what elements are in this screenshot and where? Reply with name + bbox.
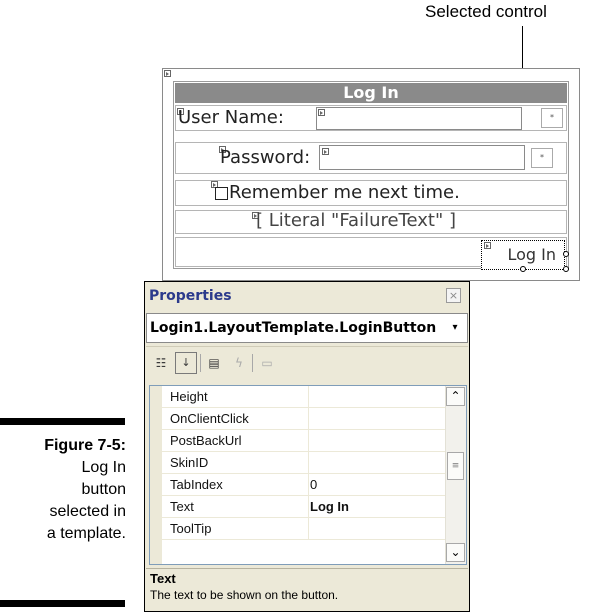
toolbar-separator [200,354,201,372]
textbox-glyph-icon [322,148,329,155]
scroll-down-icon[interactable]: ⌄ [446,543,465,562]
properties-title: Properties [149,288,232,304]
remember-label: Remember me next time. [229,182,460,203]
description-text: The text to be shown on the button. [150,588,339,602]
username-required-validator[interactable]: * [541,108,563,128]
object-selector[interactable]: Login1.LayoutTemplate.LoginButton [146,313,468,343]
property-row[interactable]: SkinID [162,452,445,474]
property-pages-icon[interactable]: ▭ [258,354,276,372]
login-title: Log In [175,83,567,103]
property-name: Height [170,389,208,404]
property-name: PostBackUrl [170,433,242,448]
resize-handle[interactable] [520,266,526,272]
caption-line: selected in [49,503,127,520]
scroll-up-icon[interactable]: ⌃ [446,387,465,406]
property-name: TabIndex [170,477,223,492]
grid-gutter [150,386,162,564]
caption-line: button [81,481,126,498]
property-value[interactable]: Log In [310,496,349,517]
events-icon[interactable]: ϟ [230,354,248,372]
chevron-down-icon[interactable]: ▾ [448,318,462,338]
username-label: User Name: [178,107,284,128]
caption-rule-bottom [0,600,125,607]
properties-icon[interactable]: ▤ [205,354,223,372]
property-name: Text [170,499,194,514]
textbox-glyph-icon [318,109,325,116]
button-glyph-icon [484,242,491,249]
username-textbox[interactable] [316,107,522,130]
property-value[interactable]: 0 [310,474,317,495]
alphabetical-toggle[interactable] [175,352,197,374]
remember-checkbox[interactable] [215,187,228,200]
property-row[interactable]: OnClientClick [162,408,445,430]
property-name: ToolTip [170,521,212,536]
resize-handle[interactable] [563,266,569,272]
figure-label: Figure 7-5: [44,437,126,454]
scroll-thumb[interactable]: ≡ [447,452,464,480]
property-name: OnClientClick [170,411,249,426]
password-textbox[interactable] [319,145,525,170]
failure-text-literal: [ Literal "FailureText" ] [256,210,456,231]
resize-handle[interactable] [563,251,569,257]
callout-label: Selected control [425,2,547,21]
property-row-selected[interactable]: Text Log In [162,496,445,518]
caption-line: a template. [46,525,126,542]
password-label: Password: [220,147,311,168]
password-required-validator[interactable]: * [531,148,553,168]
toolbar-separator [252,354,253,372]
property-name: SkinID [170,455,209,470]
categorized-icon[interactable]: ☷ [152,354,170,372]
close-icon[interactable]: × [446,288,461,303]
property-row[interactable]: PostBackUrl [162,430,445,452]
smart-tag-icon[interactable] [164,70,171,77]
caption-rule-top [0,418,125,425]
description-title: Text [150,571,176,586]
property-row[interactable]: ToolTip [162,518,445,540]
property-row[interactable]: Height [162,386,445,408]
property-row[interactable]: TabIndex 0 [162,474,445,496]
caption-line: Log In [81,459,126,476]
